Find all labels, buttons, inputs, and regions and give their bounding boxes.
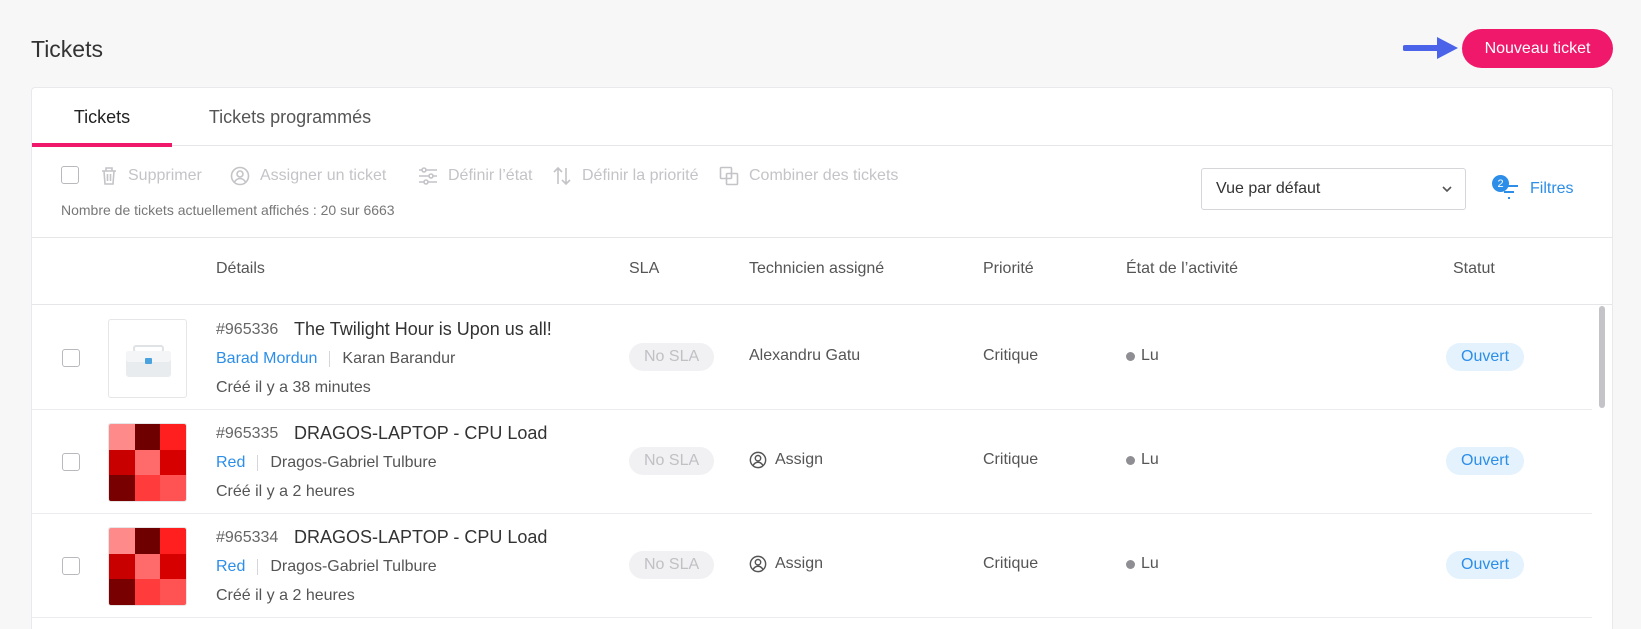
delete-action-label: Supprimer — [128, 167, 202, 184]
view-select-value: Vue par défaut — [1216, 180, 1321, 197]
assign-ticket-action-label: Assigner un ticket — [260, 167, 387, 184]
ticket-organization-link[interactable]: Red — [216, 558, 245, 576]
row-checkbox[interactable] — [62, 453, 80, 471]
column-header-sla[interactable]: SLA — [629, 260, 659, 278]
pointer-arrow-icon — [1403, 37, 1458, 59]
status-badge[interactable]: Ouvert — [1446, 551, 1525, 579]
ticket-meta: Barad Mordun Karan Barandur — [216, 350, 455, 368]
ticket-organization-link[interactable]: Red — [216, 454, 245, 472]
filters-label: Filtres — [1530, 180, 1574, 197]
ticket-count-text: Nombre de tickets actuellement affichés … — [61, 202, 395, 218]
tickets-card: Tickets Tickets programmés Supprimer Ass… — [31, 87, 1613, 629]
red-identicon-avatar — [108, 423, 187, 502]
filter-icon: 2 — [1492, 175, 1520, 201]
activity-state: Lu — [1126, 347, 1159, 365]
red-identicon-avatar — [108, 527, 187, 606]
ticket-created-time: Créé il y a 2 heures — [216, 587, 355, 604]
column-header-technician[interactable]: Technicien assigné — [749, 260, 884, 278]
column-header-priority[interactable]: Priorité — [983, 260, 1034, 278]
ticket-id: #965336 — [216, 321, 279, 338]
filters-button[interactable]: 2 Filtres — [1492, 173, 1574, 205]
table-row[interactable]: #965335 DRAGOS-LAPTOP - CPU Load Red Dra… — [32, 410, 1592, 514]
user-circle-icon — [230, 166, 250, 186]
merge-tickets-action[interactable]: Combiner des tickets — [719, 164, 898, 188]
sliders-icon — [419, 167, 437, 185]
activity-state-label: Lu — [1141, 555, 1159, 572]
ticket-requester: Dragos-Gabriel Tulbure — [270, 558, 437, 575]
tab-tickets[interactable]: Tickets — [32, 88, 172, 147]
ticket-requester: Dragos-Gabriel Tulbure — [270, 454, 437, 471]
ticket-meta: Red Dragos-Gabriel Tulbure — [216, 558, 437, 576]
activity-state-label: Lu — [1141, 347, 1159, 364]
table-header: Détails SLA Technicien assigné Priorité … — [32, 238, 1612, 305]
row-checkbox[interactable] — [62, 557, 80, 575]
ticket-id: #965334 — [216, 529, 279, 546]
new-ticket-button[interactable]: Nouveau ticket — [1462, 29, 1613, 68]
view-select[interactable]: Vue par défaut — [1201, 168, 1466, 210]
ticket-meta: Red Dragos-Gabriel Tulbure — [216, 454, 437, 472]
ticket-requester: Karan Barandur — [342, 350, 456, 367]
trash-icon — [102, 167, 116, 185]
toolbox-icon — [108, 319, 187, 398]
assign-technician-label: Assign — [775, 451, 824, 468]
user-circle-icon — [749, 555, 767, 573]
activity-dot — [1126, 559, 1135, 569]
row-checkbox[interactable] — [62, 349, 80, 367]
ticket-id: #965335 — [216, 425, 279, 442]
assign-technician-button[interactable]: Assign — [749, 555, 823, 573]
ticket-title[interactable]: DRAGOS-LAPTOP - CPU Load — [294, 423, 547, 444]
activity-state-label: Lu — [1141, 451, 1159, 468]
status-badge[interactable]: Ouvert — [1446, 343, 1525, 371]
merge-icon — [719, 166, 739, 186]
assign-technician-button[interactable]: Assign — [749, 451, 823, 469]
merge-tickets-action-label: Combiner des tickets — [749, 167, 899, 184]
set-state-action-label: Définir l’état — [448, 167, 533, 184]
assign-ticket-action[interactable]: Assigner un ticket — [230, 164, 386, 188]
table-row[interactable]: #965336 The Twilight Hour is Upon us all… — [32, 306, 1592, 410]
column-header-details[interactable]: Détails — [216, 260, 265, 278]
ticket-priority: Critique — [983, 347, 1039, 364]
column-header-activity[interactable]: État de l’activité — [1126, 260, 1238, 278]
tab-bar: Tickets Tickets programmés — [32, 88, 1612, 147]
meta-divider — [329, 351, 331, 367]
meta-divider — [257, 559, 259, 575]
sla-badge: No SLA — [629, 447, 715, 475]
status-badge[interactable]: Ouvert — [1446, 447, 1525, 475]
filters-count-badge: 2 — [1492, 175, 1509, 192]
ticket-priority: Critique — [983, 555, 1039, 572]
delete-action[interactable]: Supprimer — [100, 164, 202, 188]
set-priority-action-label: Définir la priorité — [582, 167, 699, 184]
sla-badge: No SLA — [629, 551, 715, 579]
chevron-down-icon — [1442, 186, 1452, 193]
sla-badge: No SLA — [629, 343, 715, 371]
meta-divider — [257, 455, 259, 471]
ticket-organization-link[interactable]: Barad Mordun — [216, 350, 317, 368]
tab-scheduled-tickets[interactable]: Tickets programmés — [201, 88, 379, 146]
activity-state: Lu — [1126, 451, 1159, 469]
ticket-priority: Critique — [983, 451, 1039, 468]
table-scrollbar[interactable] — [1599, 306, 1605, 408]
assigned-technician: Alexandru Gatu — [749, 347, 861, 364]
activity-dot — [1126, 455, 1135, 465]
set-priority-action[interactable]: Définir la priorité — [552, 164, 698, 188]
activity-state: Lu — [1126, 555, 1159, 573]
set-state-action[interactable]: Définir l’état — [418, 164, 532, 188]
assign-technician-label: Assign — [775, 555, 824, 572]
sort-arrows-icon — [553, 166, 571, 186]
column-header-status[interactable]: Statut — [1453, 260, 1495, 278]
user-circle-icon — [749, 451, 767, 469]
table-row[interactable]: #965334 DRAGOS-LAPTOP - CPU Load Red Dra… — [32, 514, 1592, 618]
ticket-title[interactable]: DRAGOS-LAPTOP - CPU Load — [294, 527, 547, 548]
select-all-checkbox[interactable] — [61, 166, 79, 184]
activity-dot — [1126, 351, 1135, 361]
ticket-created-time: Créé il y a 38 minutes — [216, 379, 371, 396]
page-title: Tickets — [31, 36, 103, 62]
ticket-created-time: Créé il y a 2 heures — [216, 483, 355, 500]
ticket-title[interactable]: The Twilight Hour is Upon us all! — [294, 319, 552, 340]
